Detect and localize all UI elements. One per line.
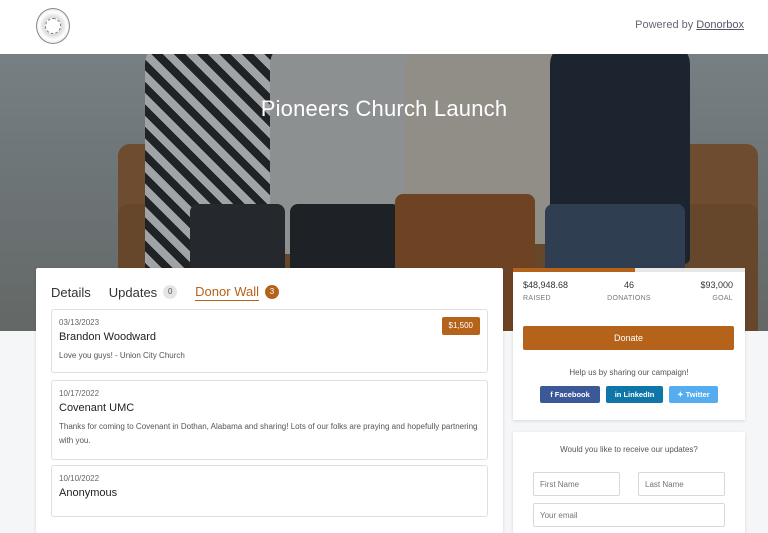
donor-date: 10/17/2022: [59, 389, 100, 398]
donor-entry: 03/13/2023 Brandon Woodward Love you guy…: [51, 309, 488, 373]
goal-value: $93,000: [700, 280, 733, 290]
twitter-icon: ✦: [677, 390, 686, 399]
donation-summary-card: $48,948.68 RAISED 46 DONATIONS $93,000 G…: [513, 268, 745, 420]
tab-details-label: Details: [51, 284, 91, 300]
share-prompt: Help us by sharing our campaign!: [569, 368, 689, 377]
funding-progress-bar: [513, 268, 745, 272]
raised-value: $48,948.68: [523, 280, 569, 290]
facebook-label: Facebook: [554, 390, 590, 399]
tab-updates[interactable]: Updates 0: [108, 284, 178, 300]
donor-entry: 10/17/2022 Covenant UMC Thanks for comin…: [51, 380, 488, 460]
subscribe-card: Would you like to receive our updates?: [513, 432, 745, 533]
donor-message: Love you guys! - Union City Church: [59, 351, 185, 360]
campaign-title: Pioneers Church Launch: [260, 96, 508, 121]
content-tabs: Details Updates 0 Donor Wall 3: [51, 282, 297, 302]
church-logo[interactable]: [36, 8, 70, 44]
email-input[interactable]: [533, 503, 725, 527]
donations-value: 46: [623, 280, 634, 290]
logo-emblem-icon: [45, 18, 61, 34]
linkedin-share-button[interactable]: in LinkedIn: [606, 386, 663, 403]
tab-updates-label: Updates: [108, 284, 158, 300]
donate-button[interactable]: Donate: [523, 326, 734, 350]
donation-amount-badge: $1,500: [441, 317, 480, 335]
donorbox-link[interactable]: Donorbox: [696, 19, 744, 31]
donations-stat: 46 DONATIONS: [593, 280, 665, 302]
powered-by-text: Powered by: [635, 19, 694, 31]
first-name-input[interactable]: [533, 472, 620, 496]
donor-date: 10/10/2022: [59, 474, 100, 483]
donor-wall-count-badge: 3: [265, 285, 279, 299]
facebook-share-button[interactable]: f Facebook: [540, 386, 600, 403]
twitter-label: Twitter: [685, 390, 710, 399]
twitter-share-button[interactable]: ✦ Twitter: [669, 386, 718, 403]
goal-stat: $93,000 GOAL: [700, 280, 733, 302]
top-bar: Powered by Donorbox: [0, 0, 768, 54]
linkedin-label: LinkedIn: [623, 390, 655, 399]
funding-progress-fill: [513, 268, 636, 272]
raised-label: RAISED: [523, 295, 551, 302]
donor-name: Anonymous: [59, 487, 118, 499]
tab-details[interactable]: Details: [51, 285, 91, 300]
tab-donor-wall-label: Donor Wall: [195, 283, 259, 301]
donor-name: Brandon Woodward: [59, 331, 157, 343]
last-name-input[interactable]: [638, 472, 725, 496]
campaign-content-card: Details Updates 0 Donor Wall 3 03/13/202…: [36, 268, 503, 533]
subscribe-title: Would you like to receive our updates?: [560, 445, 698, 454]
updates-count-badge: 0: [163, 285, 178, 299]
donor-name: Covenant UMC: [59, 402, 135, 414]
donor-message: Thanks for coming to Covenant in Dothan,…: [59, 422, 478, 445]
donor-entry: 10/10/2022 Anonymous: [51, 465, 488, 517]
goal-label: GOAL: [712, 295, 733, 302]
raised-stat: $48,948.68 RAISED: [523, 280, 568, 302]
powered-by: Powered by Donorbox: [635, 19, 744, 31]
donor-date: 03/13/2023: [59, 318, 100, 327]
tab-donor-wall[interactable]: Donor Wall 3: [195, 284, 279, 301]
donations-label: DONATIONS: [607, 295, 651, 302]
